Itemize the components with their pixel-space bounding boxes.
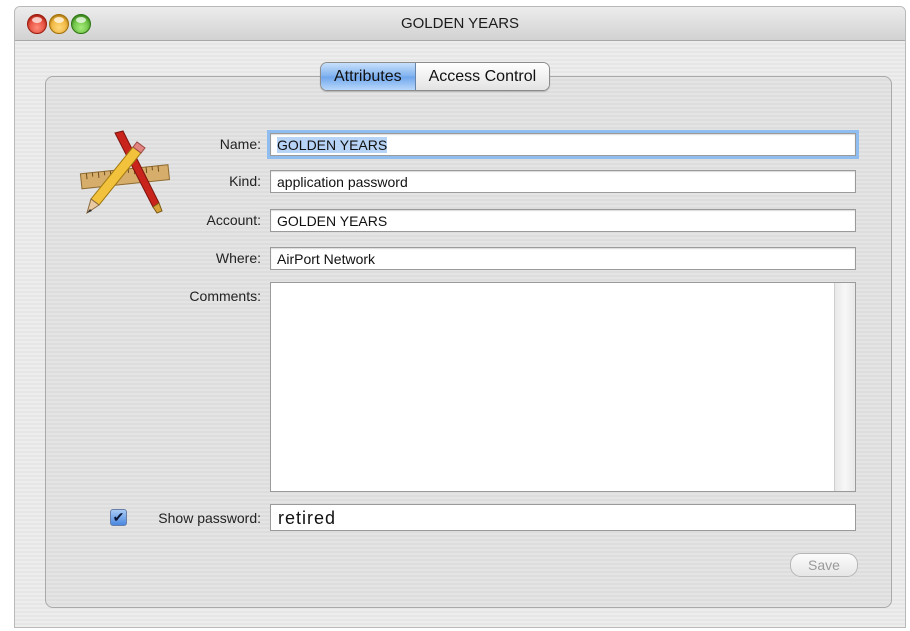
name-label: Name: (219, 136, 261, 152)
tab-access-control[interactable]: Access Control (415, 63, 550, 90)
tab-bar: Attributes Access Control (320, 62, 551, 91)
name-field[interactable]: GOLDEN YEARS (267, 130, 859, 159)
title-bar: GOLDEN YEARS (15, 7, 905, 41)
where-field[interactable]: AirPort Network (270, 247, 856, 270)
where-label: Where: (215, 250, 261, 266)
keychain-item-window: GOLDEN YEARS Attributes Access Control N… (14, 6, 906, 628)
kind-field[interactable]: application password (270, 170, 856, 193)
comments-text (271, 283, 855, 291)
account-label: Account: (206, 212, 261, 228)
show-password-label: Show password: (158, 510, 261, 526)
window-title: GOLDEN YEARS (400, 15, 520, 32)
tab-attributes[interactable]: Attributes (321, 63, 416, 90)
kind-label: Kind: (229, 173, 261, 189)
account-field[interactable]: GOLDEN YEARS (270, 209, 856, 232)
comments-label: Comments: (189, 288, 261, 304)
password-field[interactable]: retired (270, 504, 856, 531)
save-button[interactable]: Save (790, 553, 858, 577)
comments-scrollbar[interactable] (834, 283, 855, 491)
name-value: GOLDEN YEARS (277, 137, 388, 153)
comments-textarea[interactable] (270, 282, 856, 492)
